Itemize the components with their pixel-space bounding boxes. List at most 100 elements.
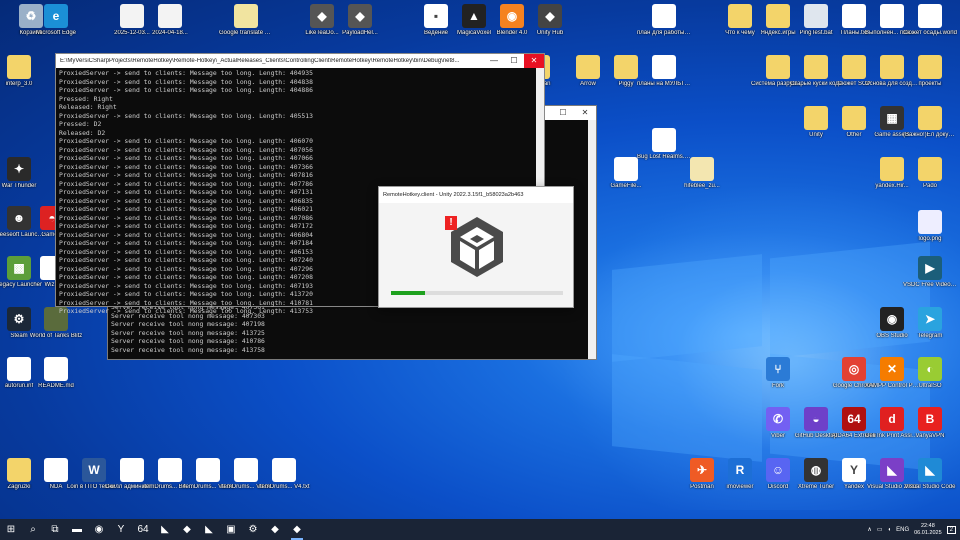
app-icon: Y — [842, 458, 866, 482]
desktop-icon[interactable]: GameFile... — [598, 157, 654, 190]
network-icon[interactable]: ▭ — [877, 526, 883, 533]
close-button[interactable]: ✕ — [524, 54, 544, 68]
desktop-icon-label: GameFile... — [610, 183, 642, 189]
desktop-icon-label: War Thunder — [1, 183, 37, 189]
clock[interactable]: 22:48 06.01.2025 — [914, 523, 942, 537]
desktop-icon[interactable]: ◐ UltraISO — [902, 357, 958, 390]
desktop-icon[interactable]: 2024-04-18... — [142, 4, 198, 37]
app-icon — [652, 4, 676, 28]
app-icon — [918, 106, 942, 130]
console-line: ProxiedServer -> send to clients: Messag… — [59, 77, 313, 86]
taskbar-app-icon[interactable]: ▣ — [220, 519, 242, 540]
search-button[interactable]: ⌕ — [22, 519, 44, 540]
desktop-icon-label: PayloadHel... — [342, 30, 378, 36]
desktop-icon[interactable]: ◣ Visual Studio Code — [902, 458, 958, 491]
app-icon — [804, 55, 828, 79]
taskbar-app-icon[interactable]: 64 — [132, 519, 154, 540]
scrollbar[interactable] — [588, 120, 596, 359]
console-line: ProxiedServer -> send to clients: Messag… — [59, 145, 313, 154]
maximize-button[interactable]: ☐ — [552, 106, 574, 120]
app-icon: ◆ — [538, 4, 562, 28]
desktop-icon[interactable]: план для работы.txt — [636, 4, 692, 37]
app-icon — [652, 128, 676, 152]
app-icon: B — [918, 407, 942, 431]
app-icon — [120, 458, 144, 482]
app-icon: ◣ — [918, 458, 942, 482]
app-icon — [234, 458, 258, 482]
desktop-icon[interactable]: ✦ War Thunder — [0, 157, 47, 190]
console-line: ProxiedServer -> send to clients: Messag… — [59, 69, 313, 77]
window-titlebar[interactable]: E:\MyVersiCSharpProjects\RemoteHotkey\Re… — [56, 54, 544, 68]
desktop-icon[interactable]: ▶ VSDC Free Video Editor — [902, 256, 958, 289]
app-icon: d — [880, 407, 904, 431]
taskbar-app-icon[interactable]: ◆ — [286, 519, 308, 540]
app-icon: ◎ — [842, 357, 866, 381]
desktop-icon-label: Сюжет осады.world — [903, 30, 957, 36]
app-icon: W — [82, 458, 106, 482]
desktop-icon[interactable]: e Microsoft Edge — [28, 4, 84, 37]
desktop-icon[interactable]: Google translate API — [218, 4, 274, 37]
taskbar-app-icon[interactable]: ◆ — [176, 519, 198, 540]
desktop-icon[interactable]: itemDrums... V4.txt — [256, 458, 312, 491]
taskbar-app-icon[interactable]: ◣ — [154, 519, 176, 540]
app-icon: ⑂ — [766, 357, 790, 381]
app-icon — [880, 157, 904, 181]
desktop-icon[interactable]: hifeblee_zu... — [674, 157, 730, 190]
desktop-icon-label: VanyaVPN — [915, 433, 945, 439]
language-indicator[interactable]: ENG — [896, 527, 909, 533]
app-icon — [120, 4, 144, 28]
desktop-icon[interactable]: планы на МУЛЬТИПЛ... — [636, 55, 692, 88]
desktop-icon-label: World of Tanks Blitz — [29, 333, 83, 339]
tray-overflow-icon[interactable]: ∧ — [867, 526, 871, 533]
windows-logo-pane — [612, 254, 762, 362]
taskbar-app-icon[interactable]: ◆ — [264, 519, 286, 540]
app-icon — [880, 55, 904, 79]
desktop-icon[interactable]: interp_3.0 — [0, 55, 47, 88]
desktop-icon[interactable]: Сюжет осады.world — [902, 4, 958, 37]
desktop-icon-label: Fork — [772, 383, 784, 389]
desktop-icon[interactable]: (Важно!)Ел документы — [902, 106, 958, 139]
volume-icon[interactable]: ◖ — [887, 527, 891, 533]
desktop-icon-label: Microsoft Edge — [35, 30, 77, 36]
desktop-icon[interactable]: ⑂ Fork — [750, 357, 806, 390]
desktop-icon[interactable]: Pado — [902, 157, 958, 190]
taskbar-app-icon[interactable]: ⚙ — [242, 519, 264, 540]
app-icon — [7, 55, 31, 79]
app-icon — [918, 4, 942, 28]
app-icon — [158, 458, 182, 482]
windows-logo-pane — [612, 354, 762, 462]
close-button[interactable]: ✕ — [574, 106, 596, 120]
app-icon — [918, 210, 942, 234]
taskbar-app-icon[interactable]: Y — [110, 519, 132, 540]
app-icon — [918, 55, 942, 79]
start-button[interactable]: ⊞ — [0, 519, 22, 540]
app-icon — [728, 4, 752, 28]
desktop-icon[interactable]: ◆ Unity Hub — [522, 4, 578, 37]
taskbar-app-icon[interactable]: ◣ — [198, 519, 220, 540]
minimize-button[interactable]: — — [484, 54, 504, 68]
maximize-button[interactable]: ☐ — [504, 54, 524, 68]
app-icon — [44, 357, 68, 381]
desktop-icon[interactable]: README.md — [28, 357, 84, 390]
app-icon: ▪ — [424, 4, 448, 28]
desktop-icon[interactable]: B VanyaVPN — [902, 407, 958, 440]
console-line: ProxiedServer -> send to clients: Messag… — [59, 86, 313, 94]
notifications-icon[interactable]: 2 — [946, 525, 956, 534]
desktop-icon-label: logo.png — [918, 236, 942, 242]
desktop-icon[interactable]: logo.png — [902, 210, 958, 243]
desktop-icon[interactable]: ➤ Telegram — [902, 307, 958, 340]
console-line: ProxiedServer -> send to clients: Messag… — [59, 307, 313, 315]
desktop-icon[interactable]: ◆ PayloadHel... — [332, 4, 388, 37]
console-line: ProxiedServer -> send to clients: Messag… — [59, 137, 313, 145]
taskbar-app-icon[interactable]: ⧉ — [44, 519, 66, 540]
console-line: Released: D2 — [59, 128, 106, 137]
taskbar-app-icon[interactable]: ▬ — [66, 519, 88, 540]
app-icon: ◐ — [918, 357, 942, 381]
warning-icon: ! — [445, 216, 457, 230]
taskbar-app-icon[interactable]: ◉ — [88, 519, 110, 540]
app-icon: R — [728, 458, 752, 482]
desktop-icon[interactable]: проекты — [902, 55, 958, 88]
desktop-icon-label: VSDC Free Video Editor — [903, 282, 958, 288]
app-icon — [880, 4, 904, 28]
progress-fill — [391, 291, 426, 295]
